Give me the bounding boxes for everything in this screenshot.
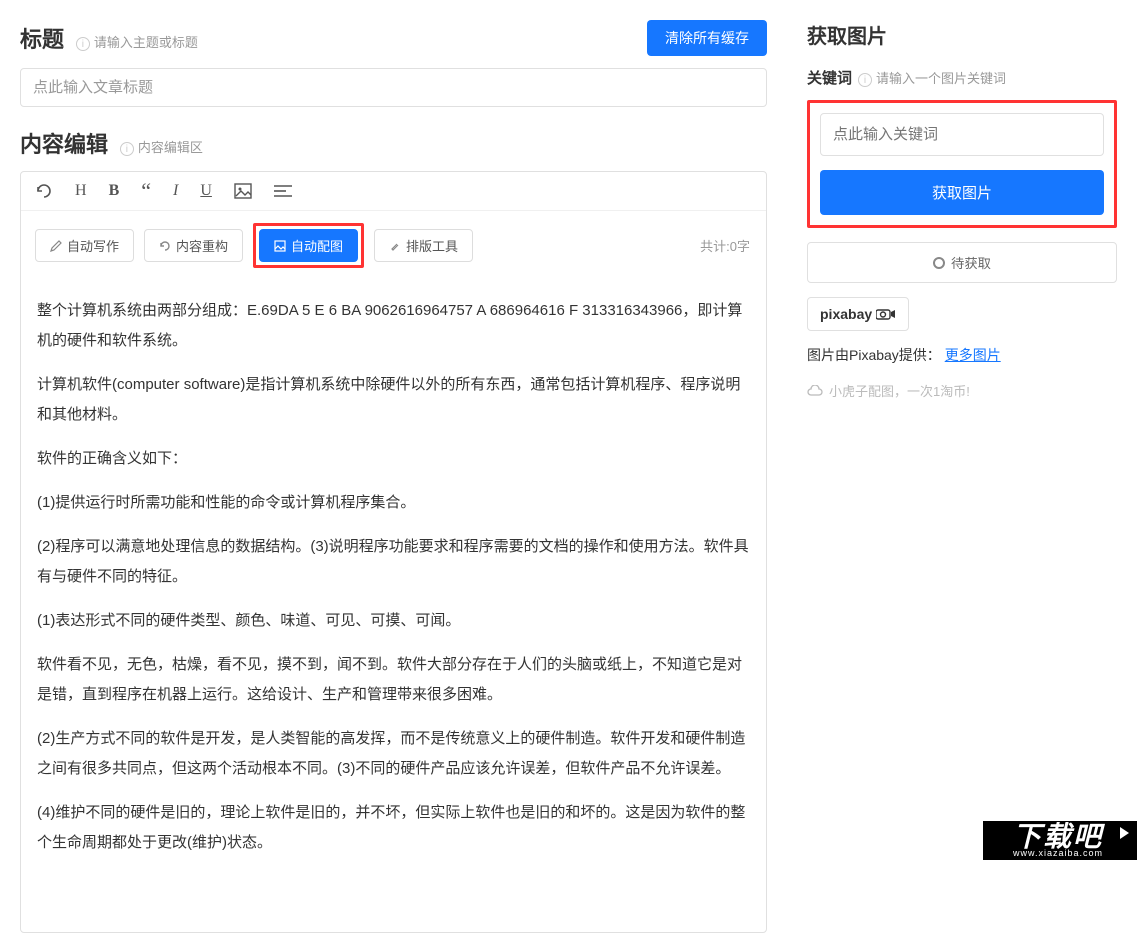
heading-icon[interactable]: H (75, 182, 87, 200)
editor-paragraph: (1)提供运行时所需功能和性能的命令或计算机程序集合。 (37, 488, 750, 518)
editor-paragraph: (2)生产方式不同的软件是开发，是人类智能的高发挥，而不是传统意义上的硬件制造。… (37, 724, 750, 784)
underline-icon[interactable]: U (200, 182, 212, 200)
get-image-button[interactable]: 获取图片 (820, 170, 1104, 215)
keyword-input[interactable] (820, 113, 1104, 156)
bold-icon[interactable]: B (109, 182, 120, 200)
keyword-label: 关键词 (807, 67, 852, 88)
undo-icon[interactable] (35, 183, 53, 199)
auto-write-button[interactable]: 自动写作 (35, 229, 134, 262)
info-icon: i (120, 142, 134, 156)
pixabay-badge: pixabay (807, 297, 909, 331)
tip-row: 小虎子配图，一次1淘币! (807, 381, 1117, 400)
camera-icon (876, 307, 896, 322)
editor-paragraph: (1)表达形式不同的硬件类型、颜色、味道、可见、可摸、可闻。 (37, 606, 750, 636)
content-label: 内容编辑 (20, 132, 108, 157)
editor-body[interactable]: 整个计算机系统由两部分组成：E.69DA 5 E 6 BA 9062616964… (21, 280, 766, 932)
editor-paragraph: 计算机软件(computer software)是指计算机系统中除硬件以外的所有… (37, 370, 750, 430)
title-hint: i请输入主题或标题 (76, 35, 198, 50)
info-icon: i (858, 73, 872, 87)
get-image-title: 获取图片 (807, 20, 1117, 49)
editor-paragraph: 软件的正确含义如下： (37, 444, 750, 474)
pencil-icon (50, 240, 62, 252)
layout-tool-button[interactable]: 排版工具 (374, 229, 473, 262)
word-count: 共计:0字 (700, 236, 750, 255)
circle-icon (933, 257, 945, 269)
article-title-input[interactable] (20, 68, 767, 107)
refresh-icon (159, 240, 171, 252)
editor-paragraph: (2)程序可以满意地处理信息的数据结构。(3)说明程序功能要求和程序需要的文档的… (37, 532, 750, 592)
more-images-link[interactable]: 更多图片 (945, 347, 1001, 363)
keyword-hint: i请输入一个图片关键词 (858, 68, 1006, 87)
picture-icon (274, 240, 286, 252)
align-left-icon[interactable] (274, 184, 292, 198)
editor-paragraph: 整个计算机系统由两部分组成：E.69DA 5 E 6 BA 9062616964… (37, 296, 750, 356)
quote-icon[interactable]: “ (141, 185, 151, 197)
cloud-icon (807, 385, 823, 397)
editor-container: H B “ I U 自动写作 (20, 171, 767, 933)
italic-icon[interactable]: I (173, 182, 178, 200)
restructure-button[interactable]: 内容重构 (144, 229, 243, 262)
editor-paragraph: (4)维护不同的硬件是旧的，理论上软件是旧的，并不坏，但实际上软件也是旧的和坏的… (37, 798, 750, 858)
watermark-badge: 下载吧 www.xiazaiba.com (983, 821, 1137, 860)
image-icon[interactable] (234, 183, 252, 199)
format-toolbar: H B “ I U (21, 172, 766, 211)
title-section-header: 标题 i请输入主题或标题 清除所有缓存 (20, 20, 767, 56)
action-toolbar: 自动写作 内容重构 自动配图 (21, 211, 766, 280)
play-icon (1120, 827, 1129, 839)
highlight-frame: 自动配图 (253, 223, 364, 268)
content-section-header: 内容编辑 i内容编辑区 (20, 127, 767, 159)
editor-paragraph: 软件看不见，无色，枯燥，看不见，摸不到，闻不到。软件大部分存在于人们的头脑或纸上… (37, 650, 750, 710)
pending-button[interactable]: 待获取 (807, 242, 1117, 283)
auto-image-button[interactable]: 自动配图 (259, 229, 358, 262)
keyword-highlight-frame: 获取图片 (807, 100, 1117, 228)
info-icon: i (76, 37, 90, 51)
content-hint: i内容编辑区 (120, 140, 203, 155)
clear-cache-button[interactable]: 清除所有缓存 (647, 20, 767, 56)
keyword-label-row: 关键词 i请输入一个图片关键词 (807, 67, 1117, 88)
provided-by-row: 图片由Pixabay提供： 更多图片 (807, 345, 1117, 365)
wrench-icon (389, 240, 401, 252)
title-label: 标题 (20, 27, 64, 52)
